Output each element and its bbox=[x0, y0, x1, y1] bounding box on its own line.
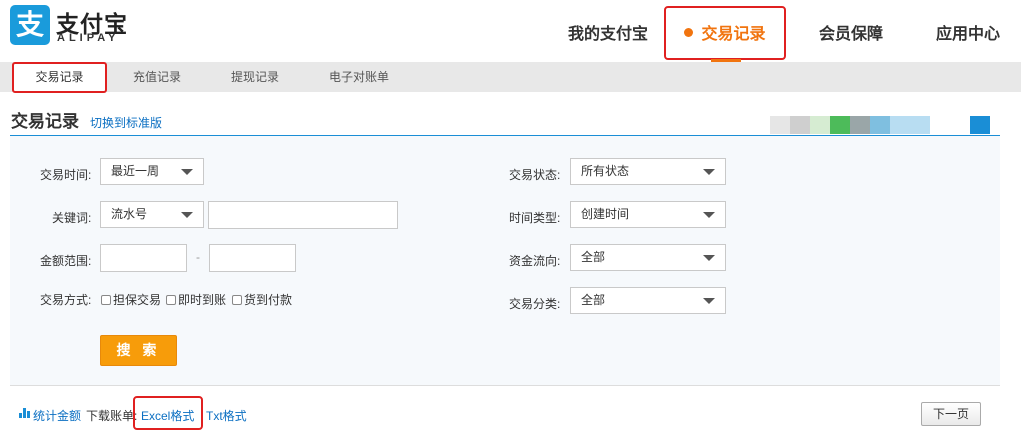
amount-min-input[interactable] bbox=[100, 244, 187, 272]
checkbox-instant[interactable] bbox=[166, 295, 176, 305]
nav-member-protection[interactable]: 会员保障 bbox=[819, 0, 883, 62]
blurred-block bbox=[810, 116, 830, 134]
time-type-select[interactable]: 创建时间 bbox=[570, 201, 726, 228]
chevron-down-icon bbox=[703, 212, 715, 218]
subnav-item-e-statement[interactable]: 电子对账单 bbox=[329, 62, 389, 92]
top-header: 支 支付宝 ALIPAY 我的支付宝 交易记录 会员保障 应用中心 bbox=[0, 0, 1021, 62]
switch-standard-link[interactable]: 切换到标准版 bbox=[90, 114, 162, 131]
stats-amount-link[interactable]: 统计金额 bbox=[33, 407, 81, 424]
status-label: 交易状态: bbox=[509, 168, 561, 182]
status-value: 所有状态 bbox=[581, 164, 630, 178]
method-guarantee-label: 担保交易 bbox=[113, 293, 162, 307]
time-type-label: 时间类型: bbox=[509, 211, 561, 225]
chevron-down-icon bbox=[181, 212, 193, 218]
checkbox-guarantee[interactable] bbox=[101, 295, 111, 305]
active-dot-icon bbox=[684, 28, 694, 37]
method-cod-label: 货到付款 bbox=[244, 293, 293, 307]
time-label: 交易时间: bbox=[40, 168, 92, 182]
method-label: 交易方式: bbox=[40, 293, 92, 307]
blurred-block bbox=[890, 116, 930, 134]
txt-download-link[interactable]: Txt格式 bbox=[206, 407, 247, 424]
excel-download-link[interactable]: Excel格式 bbox=[141, 407, 194, 424]
chevron-down-icon bbox=[703, 255, 715, 261]
chevron-down-icon bbox=[703, 169, 715, 175]
time-type-value: 创建时间 bbox=[581, 207, 630, 221]
time-range-select[interactable]: 最近一周 bbox=[100, 158, 204, 185]
page-title: 交易记录 bbox=[11, 112, 79, 131]
nav-my-alipay[interactable]: 我的支付宝 bbox=[568, 0, 648, 62]
sub-navigation: 交易记录 充值记录 提现记录 电子对账单 bbox=[0, 62, 1021, 93]
nav-trade-records[interactable]: 交易记录 bbox=[664, 6, 786, 62]
fund-flow-value: 全部 bbox=[581, 250, 606, 264]
alipay-logo[interactable]: 支 支付宝 ALIPAY bbox=[10, 5, 130, 45]
fund-flow-select[interactable]: 全部 bbox=[570, 244, 726, 271]
keyword-type-value: 流水号 bbox=[111, 207, 148, 221]
next-page-button[interactable]: 下一页 bbox=[921, 402, 981, 426]
amount-max-input[interactable] bbox=[209, 244, 296, 272]
logo-en-text: ALIPAY bbox=[57, 32, 120, 44]
subnav-item-withdraw[interactable]: 提现记录 bbox=[231, 62, 279, 92]
keyword-label: 关键词: bbox=[52, 211, 92, 225]
method-cod[interactable]: 货到付款 bbox=[232, 291, 292, 308]
nav-app-center[interactable]: 应用中心 bbox=[936, 0, 1000, 62]
blurred-block bbox=[850, 116, 870, 134]
blurred-block bbox=[770, 116, 790, 134]
chevron-down-icon bbox=[703, 298, 715, 304]
amount-label: 金额范围: bbox=[40, 254, 92, 268]
corner-flag-icon bbox=[970, 116, 990, 134]
blurred-block bbox=[830, 116, 850, 134]
keyword-type-select[interactable]: 流水号 bbox=[100, 201, 204, 228]
search-button[interactable]: 搜 索 bbox=[100, 335, 177, 366]
method-instant-label: 即时到账 bbox=[178, 293, 227, 307]
checkbox-cod[interactable] bbox=[232, 295, 242, 305]
time-range-value: 最近一周 bbox=[111, 164, 160, 178]
logo-mark-glyph: 支 bbox=[15, 9, 44, 40]
category-value: 全部 bbox=[581, 293, 606, 307]
bar-chart-icon bbox=[19, 408, 30, 418]
category-select[interactable]: 全部 bbox=[570, 287, 726, 314]
fund-flow-label: 资金流向: bbox=[509, 254, 561, 268]
method-instant[interactable]: 即时到账 bbox=[166, 291, 226, 308]
chevron-down-icon bbox=[181, 169, 193, 175]
category-label: 交易分类: bbox=[509, 297, 561, 311]
subnav-item-recharge[interactable]: 充值记录 bbox=[133, 62, 181, 92]
amount-separator: - bbox=[196, 250, 200, 264]
status-select[interactable]: 所有状态 bbox=[570, 158, 726, 185]
blurred-block bbox=[870, 116, 890, 134]
download-label: 下载账单: bbox=[86, 409, 138, 423]
method-guarantee[interactable]: 担保交易 bbox=[101, 291, 161, 308]
keyword-input[interactable] bbox=[208, 201, 398, 229]
nav-trade-label: 交易记录 bbox=[701, 26, 766, 43]
subnav-item-trade-records[interactable]: 交易记录 bbox=[12, 62, 107, 93]
alipay-logo-icon: 支 bbox=[10, 5, 50, 45]
blurred-block bbox=[790, 116, 810, 134]
